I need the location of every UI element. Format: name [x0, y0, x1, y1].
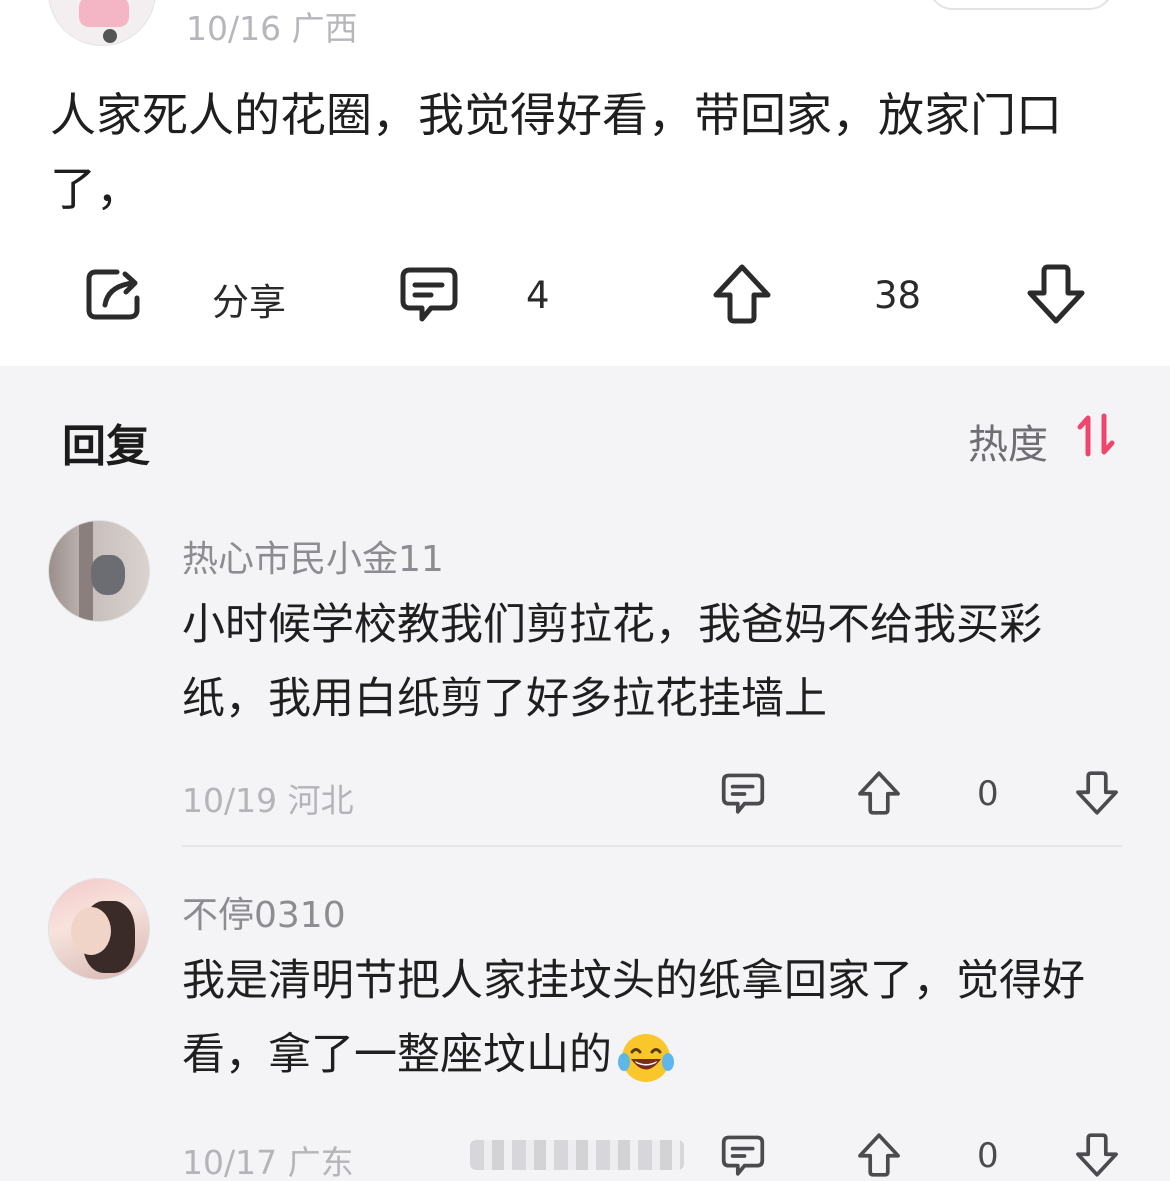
comment-count: 4 — [526, 274, 550, 317]
reply-vote-count: 0 — [977, 774, 999, 814]
comment-button[interactable] — [396, 264, 462, 326]
arrow-down-icon — [1076, 771, 1118, 815]
post-content: 人家死人的花圈，我觉得好看，带回家，放家门口了， — [50, 88, 1062, 216]
comment-icon — [721, 773, 765, 814]
downvote-button[interactable] — [1024, 262, 1088, 326]
reply-comment-button[interactable] — [718, 1132, 768, 1180]
comment-icon — [400, 267, 458, 322]
share-label[interactable]: 分享 — [212, 272, 286, 326]
share-button[interactable] — [80, 262, 148, 326]
reply-comment-button[interactable] — [718, 770, 768, 818]
upvote-button[interactable] — [710, 262, 774, 326]
avatar-illustration — [79, 0, 129, 27]
reply-text: 小时候学校教我们剪拉花，我爸妈不给我买彩纸，我用白纸剪了好多拉花挂墙上 — [182, 600, 1042, 724]
author-avatar[interactable] — [48, 0, 156, 46]
reply-avatar[interactable] — [48, 878, 150, 980]
upvote-count: 38 — [874, 274, 922, 317]
reply-downvote-button[interactable] — [1074, 1130, 1120, 1180]
reply-username[interactable]: 不停0310 — [182, 886, 346, 938]
arrow-up-icon — [713, 264, 771, 324]
arrow-down-icon — [1027, 264, 1085, 324]
avatar-illustration-wheel — [103, 29, 117, 43]
follow-button[interactable] — [928, 0, 1114, 10]
sort-icon[interactable] — [1076, 412, 1116, 462]
reply-username[interactable]: 热心市民小金11 — [182, 530, 444, 582]
reply-upvote-button[interactable] — [856, 1130, 902, 1180]
reply-vote-count: 0 — [977, 1136, 999, 1176]
sort-label[interactable]: 热度 — [968, 412, 1048, 470]
reply-upvote-button[interactable] — [856, 768, 902, 818]
laughing-crying-emoji-icon — [618, 1033, 674, 1082]
post-card: 10/16 广西 人家死人的花圈，我觉得好看，带回家，放家门口了， 分享 4 3… — [0, 0, 1170, 366]
blurred-overlay — [470, 1140, 684, 1170]
post-meta: 10/16 广西 — [186, 9, 358, 48]
reply-text: 我是清明节把人家挂坟头的纸拿回家了，觉得好看，拿了一整座坟山的 — [182, 944, 1112, 1092]
reply-divider — [182, 845, 1122, 847]
comment-icon — [721, 1135, 765, 1176]
share-icon — [86, 269, 140, 320]
arrow-up-icon — [858, 771, 900, 815]
reply-avatar[interactable] — [48, 520, 150, 622]
reply-meta: 10/17 广东 — [182, 1143, 354, 1181]
avatar-photo-cat — [91, 555, 125, 595]
replies-title: 回复 — [62, 421, 150, 472]
sort-arrows-icon — [1077, 413, 1115, 457]
reply-downvote-button[interactable] — [1074, 768, 1120, 818]
reply-meta: 10/19 河北 — [182, 781, 354, 820]
arrow-up-icon — [858, 1133, 900, 1177]
avatar-photo-face — [71, 907, 111, 955]
arrow-down-icon — [1076, 1133, 1118, 1177]
